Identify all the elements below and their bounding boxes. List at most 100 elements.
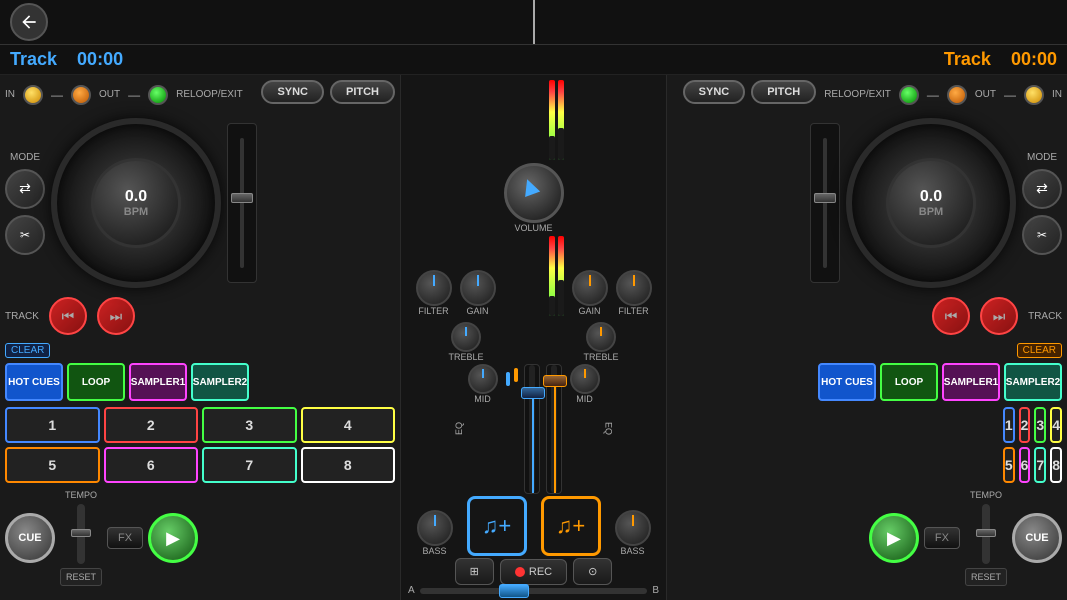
left-fx-button[interactable]: FX (107, 527, 143, 549)
left-next-track-button[interactable]: ⏭ (97, 297, 135, 335)
right-pitch-thumb[interactable] (814, 193, 836, 203)
right-tempo-thumb[interactable] (976, 529, 996, 537)
right-reset-button[interactable]: RESET (965, 568, 1007, 586)
right-sampler1-button[interactable]: SAMPLER1 (942, 363, 1000, 401)
right-pitch-slider[interactable] (810, 123, 840, 283)
gain-left-knob[interactable] (460, 270, 496, 306)
right-pad-8[interactable]: 8 (1050, 447, 1062, 483)
right-connector2: — (1004, 88, 1016, 102)
right-pad-2[interactable]: 2 (1019, 407, 1031, 443)
left-fader-thumb[interactable] (521, 387, 545, 399)
track-header: Track 00:00 Track 00:00 (0, 45, 1067, 75)
right-tempo-slider[interactable] (982, 504, 990, 564)
right-pad-3[interactable]: 3 (1034, 407, 1046, 443)
right-jog-wheel[interactable]: 0.0 BPM (846, 118, 1016, 288)
left-pad-1[interactable]: 1 (5, 407, 100, 443)
left-in-led[interactable] (23, 85, 43, 105)
right-out-led[interactable] (947, 85, 967, 105)
right-pad-7[interactable]: 7 (1034, 447, 1046, 483)
right-mode-btn1[interactable]: ⇄ (1022, 169, 1062, 209)
left-loop-button[interactable]: LOOP (67, 363, 125, 401)
mid-right-knob[interactable] (570, 364, 600, 394)
eq-button[interactable]: ⊞ (455, 558, 494, 585)
vu-meters (549, 80, 564, 160)
left-reloop-led[interactable] (148, 85, 168, 105)
left-tempo-slider[interactable] (77, 504, 85, 564)
left-hot-cues-button[interactable]: HOT CUES (5, 363, 63, 401)
right-channel-fader[interactable] (546, 364, 562, 494)
mid-left-indicator (482, 369, 484, 378)
left-jog-wheel[interactable]: 0.0 BPM (51, 118, 221, 288)
right-sync-pitch-row: SYNC PITCH (683, 80, 817, 104)
crossfader-thumb[interactable] (499, 584, 529, 598)
right-sampler2-button[interactable]: SAMPLER2 (1004, 363, 1062, 401)
left-pad-5[interactable]: 5 (5, 447, 100, 483)
left-mode-btn1[interactable]: ⇄ (5, 169, 45, 209)
mid-left-knob[interactable] (468, 364, 498, 394)
left-sampler2-button[interactable]: SAMPLER2 (191, 363, 249, 401)
right-cue-button[interactable]: CUE (1012, 513, 1062, 563)
mixer-top-knobs: FILTER GAIN (416, 80, 652, 316)
left-pitch-slider[interactable] (227, 123, 257, 283)
right-hot-cues-button[interactable]: HOT CUES (818, 363, 876, 401)
left-pitch-button[interactable]: PITCH (330, 80, 395, 104)
left-prev-track-button[interactable]: ⏮ (49, 297, 87, 335)
right-pad-6[interactable]: 6 (1019, 447, 1031, 483)
left-pad-2[interactable]: 2 (104, 407, 199, 443)
rec-button[interactable]: REC (500, 559, 567, 585)
bass-left-indicator (434, 515, 436, 526)
settings-button[interactable]: ⊙ (573, 558, 612, 585)
treble-right-knob[interactable] (586, 322, 616, 352)
left-pad-6[interactable]: 6 (104, 447, 199, 483)
right-out-label: OUT (975, 89, 996, 100)
right-play-button[interactable]: ▶ (869, 513, 919, 563)
right-jog-inner: 0.0 BPM (886, 158, 976, 248)
bass-left-knob[interactable] (417, 510, 453, 546)
left-reset-button[interactable]: RESET (60, 568, 102, 586)
right-sync-button[interactable]: SYNC (683, 80, 746, 104)
left-mode-btn2[interactable]: ✂ (5, 215, 45, 255)
right-prev-track-button[interactable]: ⏮ (932, 297, 970, 335)
add-track-left-button[interactable]: ♫+ (467, 496, 527, 556)
right-pad-4[interactable]: 4 (1050, 407, 1062, 443)
left-sync-button[interactable]: SYNC (261, 80, 324, 104)
left-pad-3[interactable]: 3 (202, 407, 297, 443)
volume-knob[interactable] (504, 163, 564, 223)
bass-right-knob[interactable] (615, 510, 651, 546)
gain-right-knob[interactable] (572, 270, 608, 306)
left-clear-row: CLEAR (5, 340, 395, 358)
back-button[interactable] (10, 3, 48, 41)
left-pitch-thumb[interactable] (231, 193, 253, 203)
right-track-label: Track (944, 49, 991, 70)
left-tempo-thumb[interactable] (71, 529, 91, 537)
left-out-led[interactable] (71, 85, 91, 105)
left-play-button[interactable]: ▶ (148, 513, 198, 563)
mixer-button-row: ⊞ REC ⊙ (455, 558, 613, 585)
right-in-led[interactable] (1024, 85, 1044, 105)
treble-left-knob[interactable] (451, 322, 481, 352)
left-channel-fader[interactable] (524, 364, 540, 494)
left-cue-button[interactable]: CUE (5, 513, 55, 563)
right-fader-thumb[interactable] (543, 375, 567, 387)
filter-left-knob[interactable] (416, 270, 452, 306)
right-fx-button[interactable]: FX (924, 527, 960, 549)
right-pad-5[interactable]: 5 (1003, 447, 1015, 483)
left-pad-7[interactable]: 7 (202, 447, 297, 483)
left-sampler1-button[interactable]: SAMPLER1 (129, 363, 187, 401)
settings-icon: ⊙ (588, 565, 597, 578)
filter-right-knob[interactable] (616, 270, 652, 306)
left-pad-8[interactable]: 8 (301, 447, 396, 483)
right-pad-1[interactable]: 1 (1003, 407, 1015, 443)
right-next-track-button[interactable]: ⏭ (980, 297, 1018, 335)
crossfader-b-label: B (652, 585, 659, 596)
right-mode-btn2[interactable]: ✂ (1022, 215, 1062, 255)
left-pad-4[interactable]: 4 (301, 407, 396, 443)
right-loop-button[interactable]: LOOP (880, 363, 938, 401)
crossfader-track[interactable] (420, 588, 648, 594)
vu-volume-area: VOLUME (504, 80, 564, 316)
left-mode-buttons: MODE ⇄ ✂ (5, 152, 45, 255)
filter-left-knob-container: FILTER (416, 270, 452, 316)
right-pitch-button[interactable]: PITCH (751, 80, 816, 104)
add-track-right-button[interactable]: ♫+ (541, 496, 601, 556)
right-reloop-led[interactable] (899, 85, 919, 105)
